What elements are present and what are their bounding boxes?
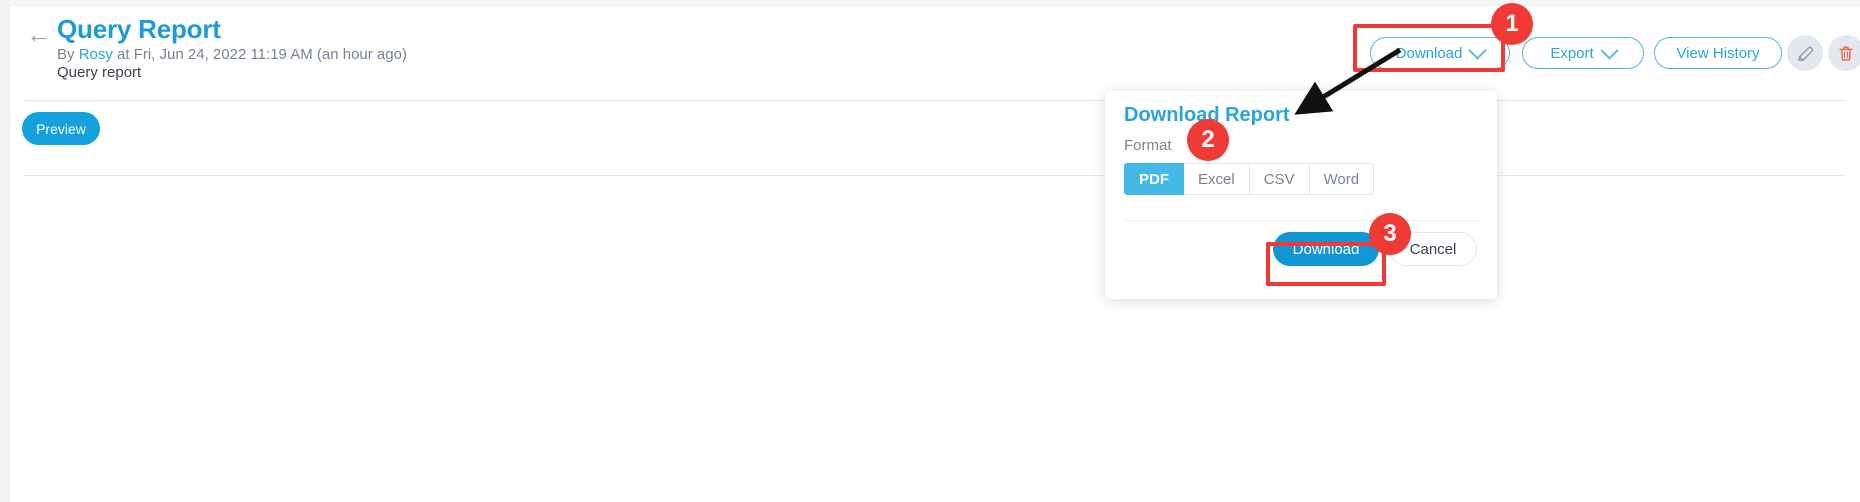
format-option-excel[interactable]: Excel [1184,163,1250,195]
format-option-csv[interactable]: CSV [1249,163,1310,195]
download-dropdown-button[interactable]: Download [1370,37,1510,69]
byline-author[interactable]: Rosy [79,46,113,63]
edit-button[interactable] [1787,35,1823,71]
byline-prefix: By [57,46,79,63]
app-screen: ← Query Report By Rosy at Fri, Jun 24, 2… [0,0,1860,502]
dialog-cancel-button[interactable]: Cancel [1389,232,1477,266]
byline: By Rosy at Fri, Jun 24, 2022 11:19 AM (a… [57,46,407,63]
download-button-label: Download [1395,44,1463,62]
dialog-title: Download Report [1124,104,1290,126]
view-history-button[interactable]: View History [1654,37,1782,69]
view-history-button-label: View History [1676,44,1760,62]
dialog-download-button[interactable]: Download [1273,232,1379,266]
trash-icon [1839,46,1853,61]
page-content: ← Query Report By Rosy at Fri, Jun 24, 2… [10,6,1860,502]
dialog-divider [1124,220,1478,221]
report-canvas [10,176,1860,502]
download-report-dialog: Download Report Format PDF Excel CSV Wor… [1105,91,1497,299]
format-segmented-control: PDF Excel CSV Word [1124,163,1375,195]
preview-button[interactable]: Preview [22,112,100,145]
export-dropdown-button[interactable]: Export [1522,37,1644,69]
export-button-label: Export [1550,44,1594,62]
header-divider [24,100,1846,101]
left-edge-rail [0,0,10,502]
format-option-pdf[interactable]: PDF [1124,163,1184,195]
chevron-down-icon [1468,40,1488,60]
delete-button[interactable] [1828,35,1860,71]
page-subtitle: Query report [57,64,142,81]
byline-timestamp: at Fri, Jun 24, 2022 11:19 AM (an hour a… [112,46,407,63]
arrow-left-icon[interactable]: ← [24,21,54,47]
pencil-icon [1797,46,1813,61]
format-label: Format [1124,137,1172,154]
page-header: ← Query Report By Rosy at Fri, Jun 24, 2… [10,6,1860,100]
dialog-actions: Download Cancel [1273,232,1477,266]
chevron-down-icon [1599,40,1619,60]
page-title: Query Report [57,14,221,44]
format-option-word[interactable]: Word [1309,163,1375,195]
